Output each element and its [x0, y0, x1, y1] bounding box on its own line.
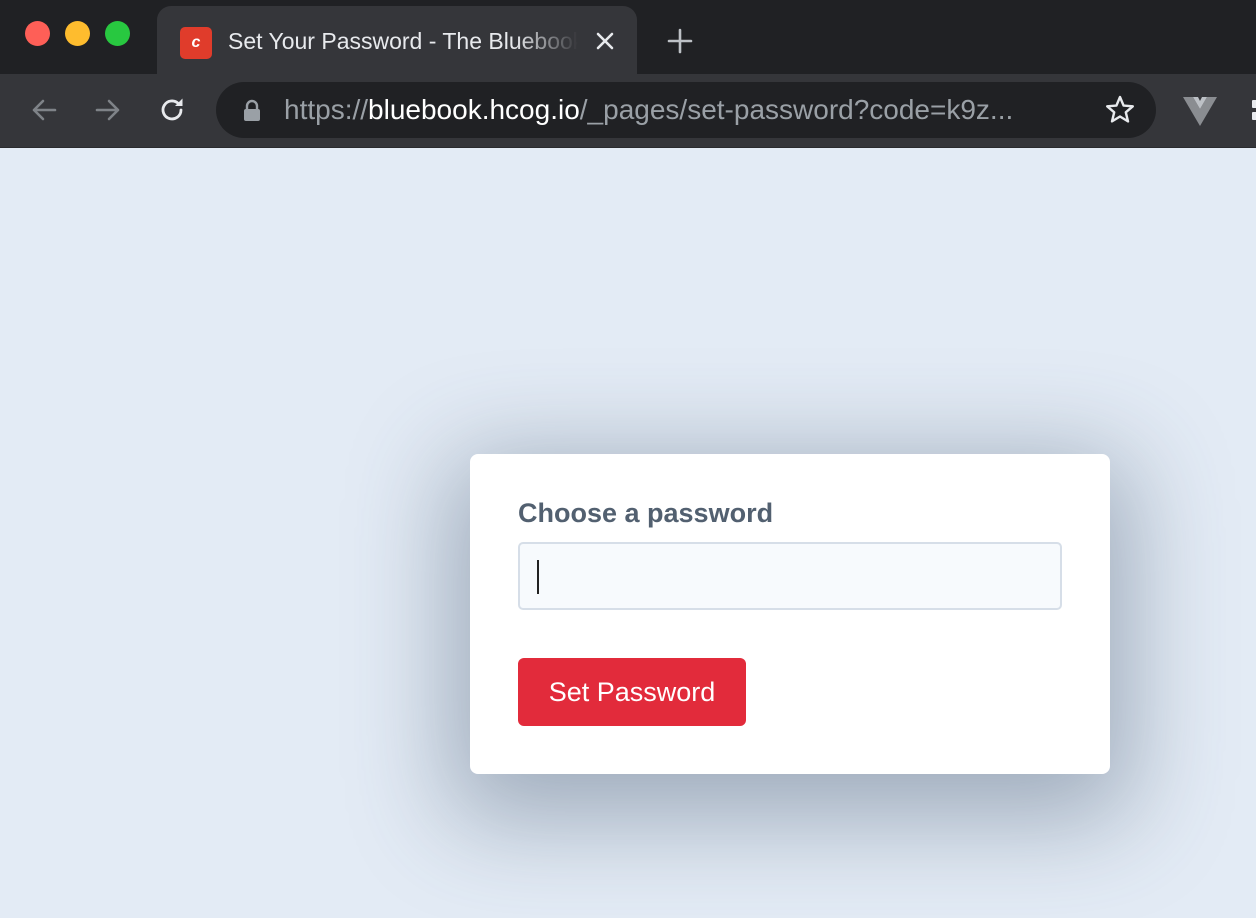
- active-tab[interactable]: c Set Your Password - The Bluebook: [157, 6, 637, 74]
- puzzle-icon[interactable]: [1248, 94, 1256, 128]
- plus-icon[interactable]: [660, 24, 700, 58]
- site-favicon-icon: c: [180, 27, 212, 59]
- minimize-window-button[interactable]: [65, 21, 90, 46]
- arrow-right-icon[interactable]: [88, 90, 128, 130]
- tab-title: Set Your Password - The Bluebook: [228, 28, 578, 54]
- close-icon[interactable]: [590, 26, 620, 56]
- vue-devtools-icon[interactable]: [1182, 94, 1218, 128]
- url-text[interactable]: https://bluebook.hcog.io/_pages/set-pass…: [284, 93, 1084, 127]
- browser-tab-strip: c Set Your Password - The Bluebook: [0, 0, 1256, 74]
- address-bar[interactable]: https://bluebook.hcog.io/_pages/set-pass…: [216, 82, 1156, 138]
- url-path: /_pages/set-password?code=k9z...: [579, 94, 1014, 125]
- set-password-button[interactable]: Set Password: [518, 658, 746, 726]
- url-host: bluebook.hcog.io: [368, 94, 580, 125]
- close-window-button[interactable]: [25, 21, 50, 46]
- password-label: Choose a password: [518, 498, 774, 528]
- url-scheme: https://: [284, 94, 369, 125]
- browser-toolbar: https://bluebook.hcog.io/_pages/set-pass…: [0, 74, 1256, 148]
- password-input[interactable]: [518, 542, 1062, 610]
- reload-icon[interactable]: [152, 90, 192, 130]
- text-caret: [537, 560, 539, 594]
- star-icon[interactable]: [1104, 94, 1136, 126]
- lock-icon[interactable]: [242, 99, 262, 123]
- set-password-card: Choose a password Set Password: [470, 454, 1110, 774]
- maximize-window-button[interactable]: [105, 21, 130, 46]
- arrow-left-icon[interactable]: [24, 90, 64, 130]
